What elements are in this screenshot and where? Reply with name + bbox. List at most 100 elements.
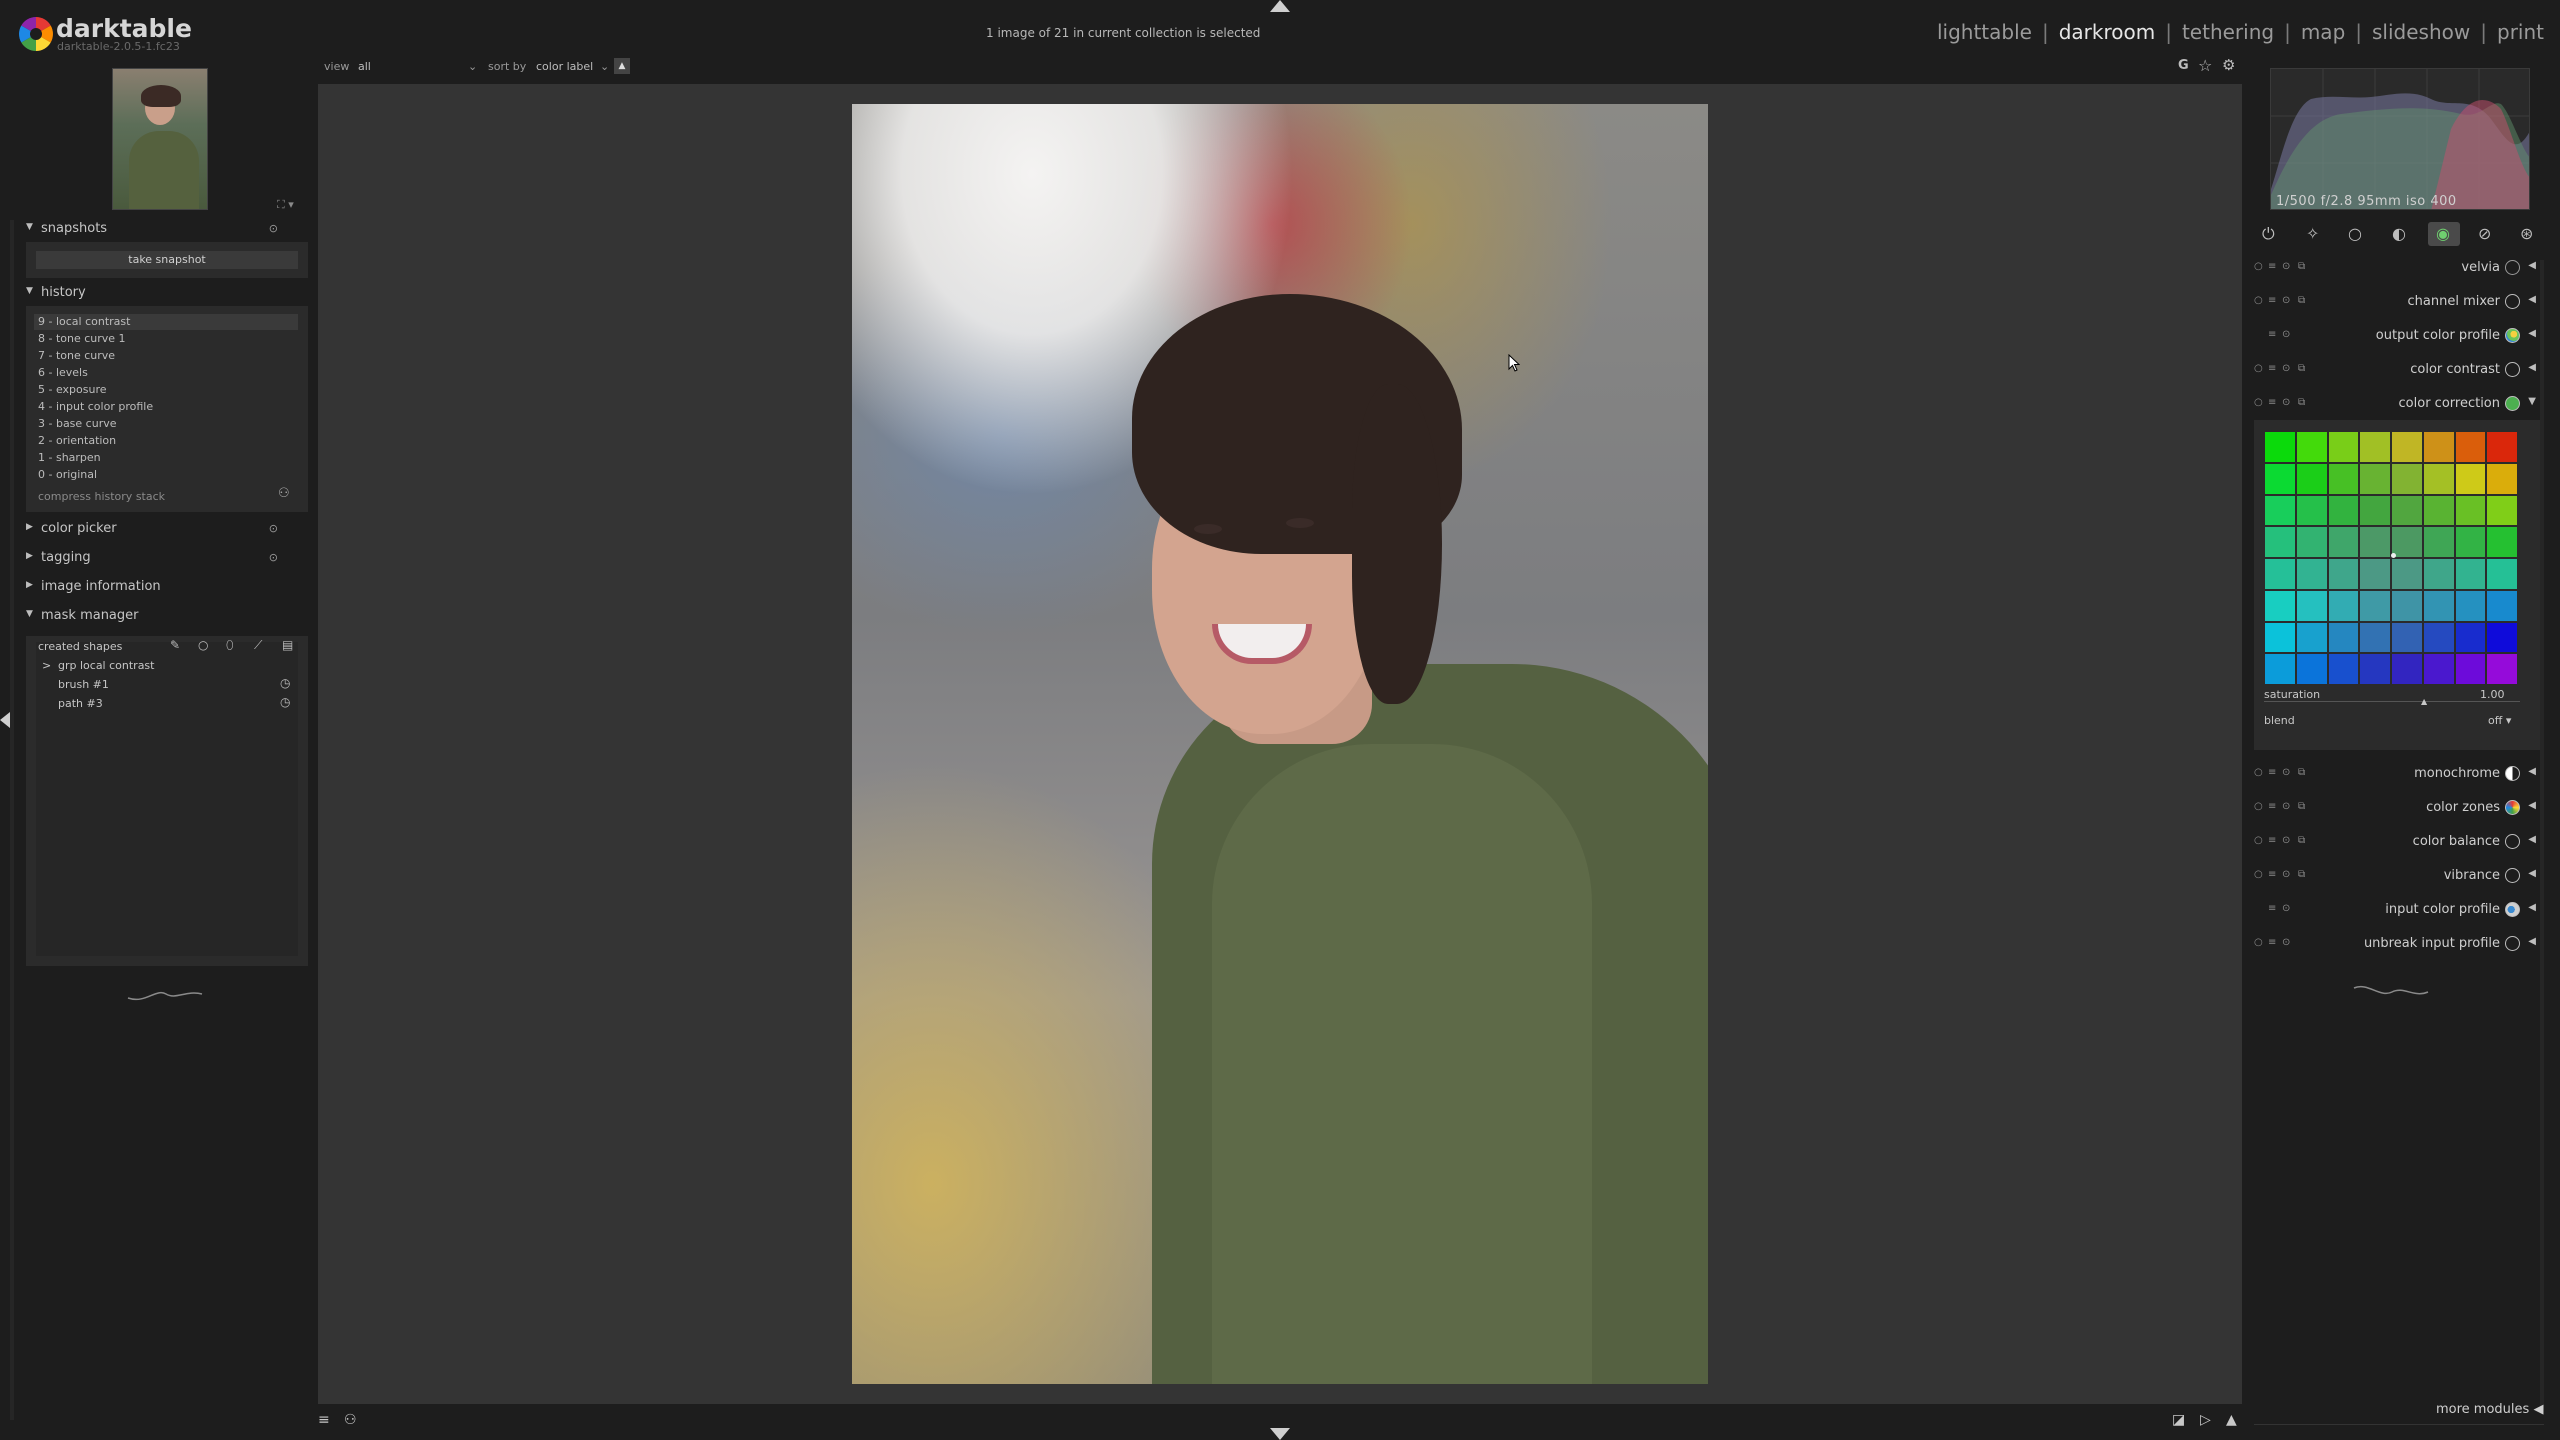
reset-icon[interactable]: ⊙	[2282, 295, 2290, 306]
expand-arrow-icon[interactable]: ◀	[2528, 766, 2536, 777]
reset-icon[interactable]: ⊙	[2282, 767, 2290, 778]
sort-order-icon[interactable]: ▲	[614, 58, 630, 74]
multi-instance-icon[interactable]: ⧉	[2298, 835, 2305, 846]
history-item[interactable]: 2 - orientation	[38, 434, 116, 447]
velvia-icon[interactable]	[2505, 260, 2520, 275]
color-contrast-icon[interactable]	[2505, 362, 2520, 377]
color-correction-handle[interactable]	[2391, 553, 2396, 558]
view-print[interactable]: print	[2497, 20, 2544, 44]
color-group-icon[interactable]: ◉	[2436, 224, 2450, 243]
presets-icon[interactable]: ≡	[2268, 835, 2276, 846]
reset-icon[interactable]: ⊙	[2282, 363, 2290, 374]
channel-mixer-icon[interactable]	[2505, 294, 2520, 309]
module-monochrome[interactable]: ○ ≡ ⊙ ⧉ monochrome ◀	[2250, 759, 2540, 789]
chevron-down-icon[interactable]: ⌄	[468, 60, 477, 73]
history-item[interactable]: 5 - exposure	[38, 383, 107, 396]
color-zones-icon[interactable]	[2505, 800, 2520, 815]
chevron-down-icon[interactable]: ⌄	[600, 60, 609, 73]
image-information-header[interactable]: ▶ image information	[26, 577, 308, 599]
mask-group-item[interactable]: grp local contrast	[58, 659, 154, 672]
module-channel-mixer[interactable]: ○ ≡ ⊙ ⧉ channel mixer ◀	[2250, 287, 2540, 317]
module-color-correction[interactable]: ○ ≡ ⊙ ⧉ color correction ▼	[2250, 389, 2540, 419]
reset-icon[interactable]: ⊙	[2282, 801, 2290, 812]
shape-state-icon[interactable]: ◷	[280, 676, 290, 690]
reset-icon[interactable]: ⊙	[2282, 397, 2290, 408]
saturation-slider-handle[interactable]: ▲	[2421, 697, 2427, 706]
collapse-bottom-panel-icon[interactable]	[1270, 1428, 1290, 1440]
collapse-top-panel-icon[interactable]	[1270, 0, 1290, 12]
module-color-balance[interactable]: ○ ≡ ⊙ ⧉ color balance ◀	[2250, 827, 2540, 857]
view-filter-select[interactable]: all	[358, 60, 371, 73]
navigation-thumbnail[interactable]	[112, 68, 208, 210]
reset-icon[interactable]: ⊙	[2282, 261, 2290, 272]
history-item[interactable]: 3 - base curve	[38, 417, 117, 430]
mask-shape-item[interactable]: path #3	[58, 697, 103, 710]
module-unbreak-input-profile[interactable]: ○ ≡ ⊙ unbreak input profile ◀	[2250, 929, 2540, 959]
color-balance-icon[interactable]	[2505, 834, 2520, 849]
unbreak-input-profile-icon[interactable]	[2505, 936, 2520, 951]
tagging-header[interactable]: ▶ tagging ⊙	[26, 548, 308, 570]
take-snapshot-button[interactable]: take snapshot	[36, 251, 298, 269]
reset-icon[interactable]: ⊙	[2282, 329, 2290, 340]
create-style-icon[interactable]: ⚇	[278, 486, 290, 501]
view-map[interactable]: map	[2301, 20, 2345, 44]
expand-arrow-icon[interactable]: ◀	[2528, 328, 2536, 339]
presets-icon[interactable]: ≡	[2268, 295, 2276, 306]
mask-manager-header[interactable]: ▼ mask manager	[26, 606, 308, 628]
presets-icon[interactable]: ≡	[2268, 363, 2276, 374]
gradient-tool-icon[interactable]: ▤	[282, 638, 293, 652]
history-item[interactable]: 4 - input color profile	[38, 400, 153, 413]
color-correction-icon[interactable]	[2505, 396, 2520, 411]
view-slideshow[interactable]: slideshow	[2372, 20, 2470, 44]
power-icon[interactable]: ⏻	[2262, 224, 2275, 244]
monochrome-icon[interactable]	[2505, 766, 2520, 781]
path-tool-icon[interactable]: ⟋	[254, 638, 262, 653]
edited-photo[interactable]	[852, 104, 1708, 1384]
color-correction-grid[interactable]	[2265, 432, 2517, 684]
multi-instance-icon[interactable]: ⧉	[2298, 801, 2305, 812]
compress-history-button[interactable]: compress history stack	[38, 490, 165, 503]
overlays-star-icon[interactable]: ☆	[2198, 56, 2212, 75]
mask-shape-item[interactable]: brush #1	[58, 678, 109, 691]
softproof-icon[interactable]: ▷	[2200, 1412, 2211, 1428]
snapshots-header[interactable]: ▼ snapshots ⊙	[26, 219, 308, 241]
saturation-slider[interactable]	[2264, 701, 2520, 702]
circle-tool-icon[interactable]: ○	[198, 638, 208, 652]
history-item[interactable]: 8 - tone curve 1	[38, 332, 126, 345]
history-item[interactable]: 0 - original	[38, 468, 97, 481]
reset-icon[interactable]: ⊙	[2282, 835, 2290, 846]
expand-arrow-icon[interactable]: ◀	[2528, 800, 2536, 811]
ellipse-tool-icon[interactable]: ⬯	[226, 638, 234, 653]
history-item[interactable]: 7 - tone curve	[38, 349, 115, 362]
multi-instance-icon[interactable]: ⧉	[2298, 767, 2305, 778]
multi-instance-icon[interactable]: ⧉	[2298, 397, 2305, 408]
expand-arrow-icon[interactable]: ◀	[2528, 294, 2536, 305]
quick-access-presets-icon[interactable]: ≡	[318, 1412, 330, 1428]
multi-instance-icon[interactable]: ⧉	[2298, 261, 2305, 272]
blend-select[interactable]: off ▾	[2488, 714, 2511, 727]
correct-group-icon[interactable]: ⊘	[2478, 224, 2491, 243]
tone-group-icon[interactable]: ◐	[2392, 224, 2406, 243]
presets-icon[interactable]: ≡	[2268, 903, 2276, 914]
reset-icon[interactable]: ⊙	[2282, 937, 2290, 948]
effect-group-icon[interactable]: ⊛	[2520, 224, 2533, 243]
presets-icon[interactable]: ≡	[2268, 869, 2276, 880]
history-item[interactable]: 6 - levels	[38, 366, 88, 379]
expand-arrow-icon[interactable]: ◀	[2528, 902, 2536, 913]
expand-arrow-icon[interactable]: ◀	[2528, 868, 2536, 879]
presets-icon[interactable]: ≡	[2268, 937, 2276, 948]
input-color-profile-icon[interactable]	[2505, 902, 2520, 917]
multi-instance-icon[interactable]: ⧉	[2298, 295, 2305, 306]
favorites-star-icon[interactable]: ✧	[2306, 224, 2319, 243]
history-header[interactable]: ▼ history	[26, 283, 308, 305]
gamut-check-icon[interactable]: ▲	[2226, 1412, 2237, 1428]
reset-icon[interactable]: ⊙	[269, 522, 278, 535]
shape-state-icon[interactable]: ◷	[280, 695, 290, 709]
multi-instance-icon[interactable]: ⧉	[2298, 869, 2305, 880]
module-vibrance[interactable]: ○ ≡ ⊙ ⧉ vibrance ◀	[2250, 861, 2540, 891]
expand-arrow-icon[interactable]: ◀	[2528, 362, 2536, 373]
view-darkroom[interactable]: darkroom	[2059, 20, 2156, 44]
module-color-contrast[interactable]: ○ ≡ ⊙ ⧉ color contrast ◀	[2250, 355, 2540, 385]
presets-icon[interactable]: ≡	[2268, 261, 2276, 272]
saturation-value[interactable]: 1.00	[2480, 688, 2505, 701]
